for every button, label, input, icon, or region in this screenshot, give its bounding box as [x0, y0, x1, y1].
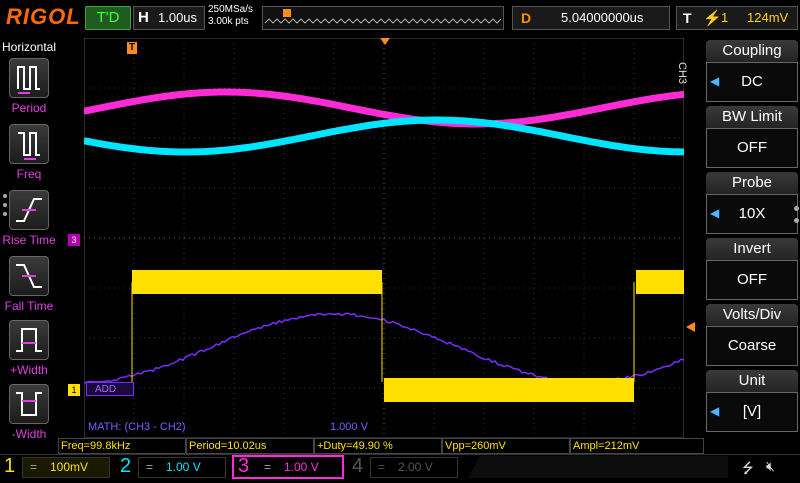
- fall-time-icon: [9, 256, 49, 296]
- freq-icon: [9, 124, 49, 164]
- channel-4-status[interactable]: 4 = 2.00 V: [348, 455, 460, 479]
- measurement-period[interactable]: Period=10.02us: [186, 438, 314, 454]
- channel-4-number: 4: [352, 455, 363, 478]
- measurement-duty[interactable]: +Duty=49.90 %: [314, 438, 442, 454]
- measure-period-button[interactable]: Period: [0, 58, 58, 115]
- menu-unit-title: Unit: [706, 370, 798, 392]
- menu-unit[interactable]: Unit [V] ◀: [706, 370, 798, 432]
- menu-scroll-dot-2: [794, 218, 799, 223]
- menu-volts-div[interactable]: Volts/Div Coarse: [706, 304, 798, 366]
- math-label[interactable]: ADD: [86, 382, 134, 396]
- channel-3-scale: 1.00 V: [284, 460, 319, 474]
- menu-probe-arrow-icon: ◀: [710, 206, 719, 220]
- ch3-offset-marker[interactable]: 3: [68, 234, 80, 246]
- menu-probe-title: Probe: [706, 172, 798, 194]
- speaker-muted-icon[interactable]: 🔇︎: [766, 458, 775, 475]
- ch1-offset-marker[interactable]: 1: [68, 384, 80, 396]
- menu-channel-tag: CH3: [676, 62, 688, 84]
- measurement-freq[interactable]: Freq=99.8kHz: [58, 438, 186, 454]
- trigger-position-marker[interactable]: T: [127, 42, 137, 54]
- delay-position-marker[interactable]: [380, 38, 390, 45]
- rise-time-icon: [9, 190, 49, 230]
- channel-2-number: 2: [120, 455, 131, 478]
- rising-edge-icon: ⚡: [703, 9, 722, 27]
- channel-3-number: 3: [238, 455, 249, 478]
- trigger-key: T: [683, 10, 692, 26]
- delay-box[interactable]: D 5.04000000us: [512, 6, 670, 30]
- channel-4-coupling: =: [378, 460, 385, 474]
- panel-scroll-indicator[interactable]: [3, 194, 7, 221]
- menu-bw-limit-value: OFF: [706, 128, 798, 168]
- menu-invert[interactable]: Invert OFF: [706, 238, 798, 300]
- channel-4-scale: 2.00 V: [398, 460, 433, 474]
- menu-bw-limit[interactable]: BW Limit OFF: [706, 106, 798, 168]
- measure-neg-width-button[interactable]: -Width: [0, 384, 58, 441]
- menu-unit-arrow-icon: ◀: [710, 404, 719, 418]
- channel-2-status[interactable]: 2 = 1.00 V: [116, 455, 228, 479]
- channel-2-coupling: =: [146, 460, 153, 474]
- channel-1-coupling: =: [30, 460, 37, 474]
- ch1-low-band: [384, 378, 634, 402]
- pos-width-icon: [9, 320, 49, 360]
- menu-coupling-arrow-icon: ◀: [710, 74, 719, 88]
- ch1-high-band-2: [636, 270, 684, 294]
- usb-icon: ⭍: [742, 458, 754, 482]
- timebase-value: 1.00us: [158, 10, 197, 25]
- channel-3-coupling: =: [264, 460, 271, 474]
- ch1-high-band: [132, 270, 382, 294]
- channel-3-status[interactable]: 3 = 1.00 V: [232, 455, 344, 479]
- memory-depth: 3.00k pts: [208, 16, 253, 28]
- measurement-vpp[interactable]: Vpp=260mV: [442, 438, 570, 454]
- channel-2-scale: 1.00 V: [166, 460, 201, 474]
- measure-period-label: Period: [0, 101, 58, 115]
- trigger-box[interactable]: T ⚡ 1 124mV: [676, 6, 798, 30]
- menu-volts-div-value: Coarse: [706, 326, 798, 366]
- measure-panel-title: Horizontal: [2, 40, 56, 54]
- delay-key: D: [521, 10, 531, 26]
- menu-unit-value: [V]: [706, 392, 798, 432]
- memory-trigger-marker: [283, 9, 291, 17]
- measure-pos-width-label: +Width: [0, 363, 58, 377]
- run-status-badge[interactable]: T'D: [85, 6, 131, 30]
- horizontal-key: H: [138, 9, 149, 26]
- measure-rise-time-label: Rise Time: [0, 233, 58, 247]
- timebase-box[interactable]: H 1.00us: [133, 6, 205, 30]
- measure-neg-width-label: -Width: [0, 427, 58, 441]
- measure-freq-button[interactable]: Freq: [0, 124, 58, 181]
- menu-probe[interactable]: Probe 10X ◀: [706, 172, 798, 234]
- acquisition-info: 250MSa/s 3.00k pts: [208, 4, 253, 28]
- menu-invert-title: Invert: [706, 238, 798, 260]
- rigol-logo: RIGOL: [6, 4, 81, 30]
- trigger-source-indicator: 1: [721, 10, 728, 25]
- measure-fall-time-label: Fall Time: [0, 299, 58, 313]
- menu-coupling-title: Coupling: [706, 40, 798, 62]
- memory-overview-waveform: [263, 7, 503, 29]
- waveform-display[interactable]: [84, 38, 684, 438]
- measure-fall-time-button[interactable]: Fall Time: [0, 256, 58, 313]
- measure-pos-width-button[interactable]: +Width: [0, 320, 58, 377]
- channel-1-number: 1: [4, 455, 15, 478]
- sample-rate: 250MSa/s: [208, 4, 253, 16]
- measure-rise-time-button[interactable]: Rise Time: [0, 190, 58, 247]
- measure-freq-label: Freq: [0, 167, 58, 181]
- menu-coupling[interactable]: Coupling DC ◀: [706, 40, 798, 102]
- menu-volts-div-title: Volts/Div: [706, 304, 798, 326]
- menu-coupling-value: DC: [706, 62, 798, 102]
- channel-1-status[interactable]: 1 = 100mV: [0, 455, 112, 479]
- menu-invert-value: OFF: [706, 260, 798, 300]
- channel-1-scale: 100mV: [50, 460, 88, 474]
- period-icon: [9, 58, 49, 98]
- trigger-level-marker[interactable]: [686, 322, 695, 332]
- math-info: MATH: (CH3 - CH2): [88, 421, 186, 433]
- measurement-ampl[interactable]: Ampl=212mV: [570, 438, 704, 454]
- math-scale: 1.000 V: [330, 421, 368, 433]
- menu-scroll-dot-1: [794, 206, 799, 211]
- memory-overview: [262, 6, 504, 30]
- neg-width-icon: [9, 384, 49, 424]
- channel-bar-filler: [468, 456, 728, 478]
- menu-bw-limit-title: BW Limit: [706, 106, 798, 128]
- menu-probe-value: 10X: [706, 194, 798, 234]
- trigger-level: 124mV: [747, 10, 788, 25]
- delay-value: 5.04000000us: [561, 10, 643, 25]
